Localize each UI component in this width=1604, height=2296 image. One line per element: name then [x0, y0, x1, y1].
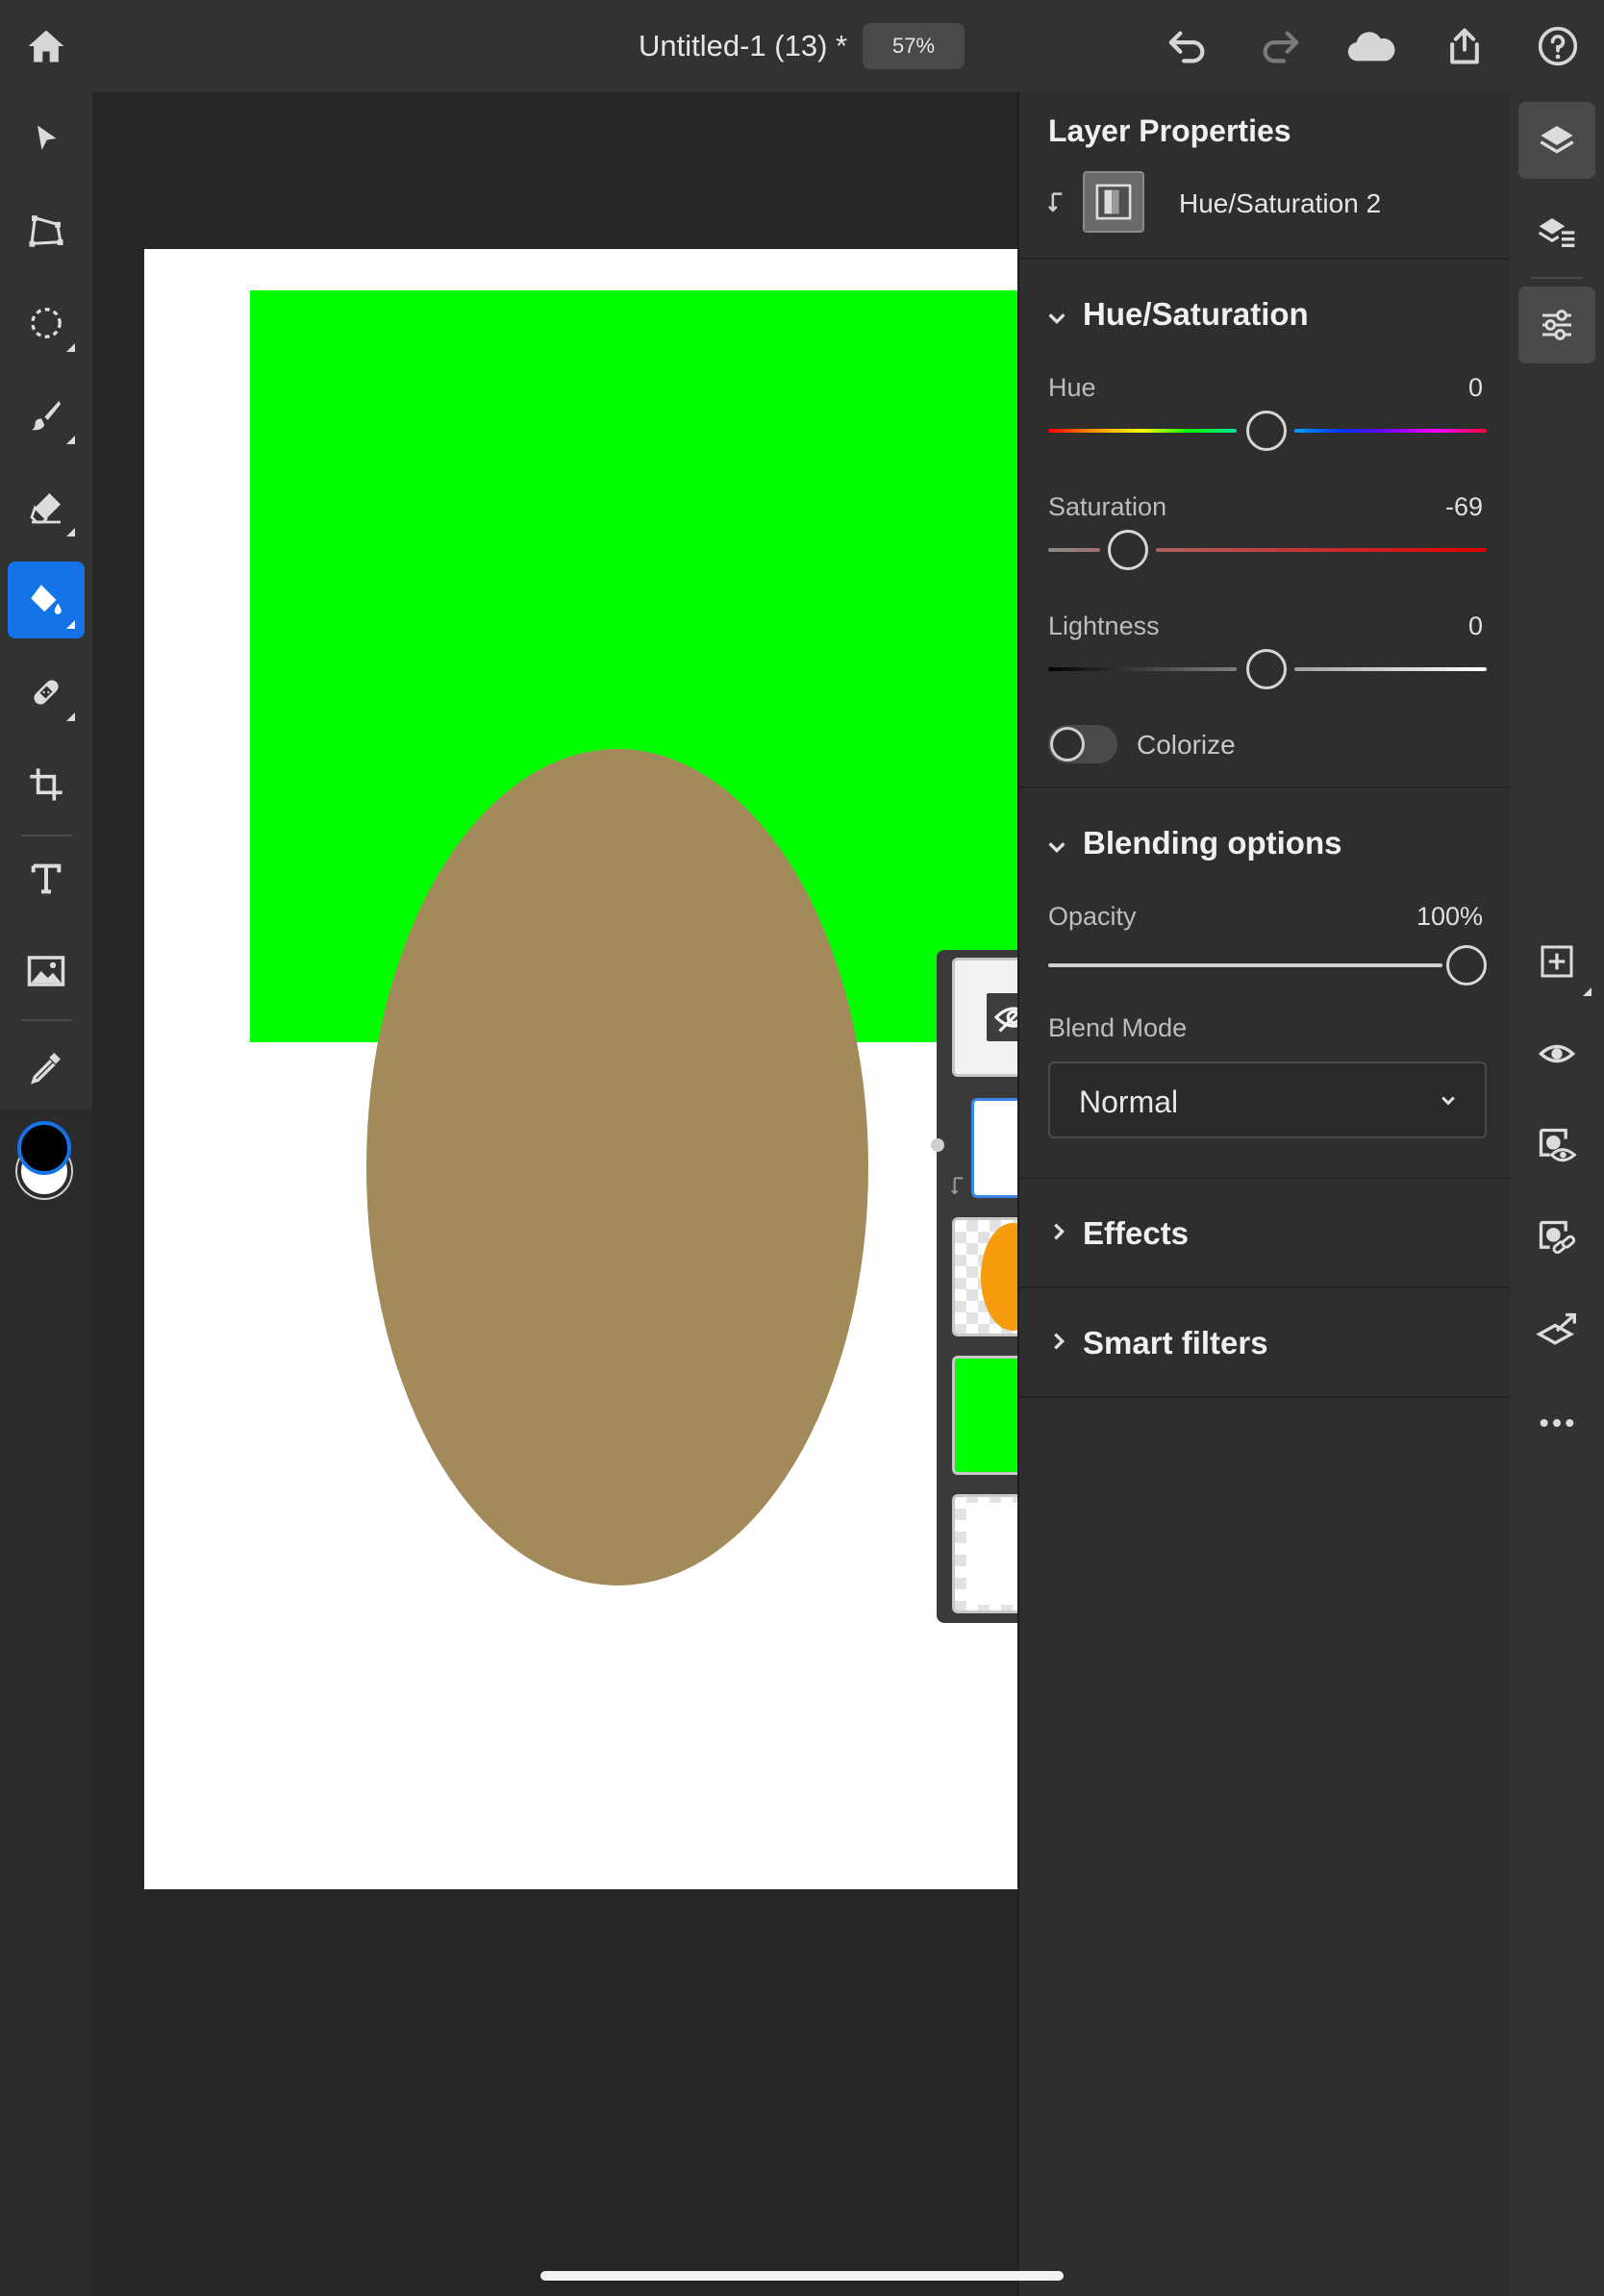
type-tool[interactable] — [8, 840, 85, 917]
zoom-level-button[interactable]: 57% — [863, 23, 965, 69]
brush-tool[interactable] — [8, 377, 85, 454]
add-layer-icon[interactable] — [1518, 923, 1595, 1000]
healing-tool[interactable] — [8, 654, 85, 731]
right-panel-strip — [1510, 92, 1604, 2296]
color-swatches[interactable] — [13, 1121, 81, 1198]
canvas-area[interactable] — [92, 92, 1017, 2296]
layers-mini-strip — [931, 950, 1017, 1623]
clip-arrow-icon — [950, 1177, 967, 1196]
saturation-slider-knob[interactable] — [1108, 530, 1148, 570]
blending-options-section-title[interactable]: Blending options — [1083, 825, 1341, 861]
chevron-down-icon — [1439, 1090, 1458, 1110]
home-indicator[interactable] — [540, 2271, 1064, 2281]
layer-name[interactable]: Hue/Saturation 2 — [1179, 188, 1381, 219]
hue-saturation-collapse-chevron-icon[interactable] — [1046, 308, 1067, 329]
panel-title: Layer Properties — [1048, 113, 1291, 148]
clip-layer-icon[interactable] — [1518, 1292, 1595, 1369]
lightness-slider-knob[interactable] — [1246, 649, 1287, 689]
layers-detail-icon[interactable] — [1518, 194, 1595, 271]
clip-indicator-icon — [1046, 192, 1065, 213]
hue-value[interactable]: 0 — [1468, 373, 1483, 403]
move-tool[interactable] — [8, 100, 85, 177]
top-bar: Untitled-1 (13) * 57% — [0, 0, 1604, 92]
layer-thumb-orange-ellipse[interactable] — [952, 1217, 1017, 1336]
adjustment-layer-thumbnail[interactable] — [1083, 171, 1144, 233]
effects-section-title[interactable]: Effects — [1083, 1215, 1189, 1252]
transform-tool[interactable] — [8, 192, 85, 269]
left-toolbar — [0, 92, 92, 2296]
blend-mode-value: Normal — [1079, 1085, 1179, 1119]
hue-label: Hue — [1048, 373, 1096, 402]
colorize-label: Colorize — [1137, 730, 1236, 760]
redo-icon[interactable] — [1251, 17, 1309, 75]
lightness-label: Lightness — [1048, 611, 1160, 640]
lightness-value[interactable]: 0 — [1468, 611, 1483, 641]
opacity-value[interactable]: 100% — [1416, 902, 1483, 932]
effects-expand-chevron-icon[interactable] — [1048, 1221, 1069, 1242]
selection-tool[interactable] — [8, 285, 85, 362]
layer-thumb-white-fill[interactable] — [971, 1098, 1017, 1198]
layer-thumb-green-rectangle[interactable] — [952, 1356, 1017, 1475]
link-mask-icon[interactable] — [1518, 1200, 1595, 1277]
place-image-tool[interactable] — [8, 933, 85, 1010]
layer-thumb-hue-saturation[interactable] — [952, 958, 1017, 1077]
blend-mode-label: Blend Mode — [1048, 1013, 1188, 1042]
smart-filters-section-title[interactable]: Smart filters — [1083, 1325, 1268, 1361]
left-toolbar-lower — [0, 1110, 92, 2296]
opacity-slider-knob[interactable] — [1446, 945, 1487, 986]
saturation-label: Saturation — [1048, 492, 1167, 521]
layers-panel-icon[interactable] — [1518, 102, 1595, 179]
hidden-layer-icon — [987, 993, 1017, 1041]
eyedropper-tool[interactable] — [8, 1029, 85, 1106]
visibility-icon[interactable] — [1518, 1015, 1595, 1092]
paint-bucket-tool[interactable] — [8, 562, 85, 638]
undo-icon[interactable] — [1159, 17, 1216, 75]
colorize-toggle[interactable] — [1048, 725, 1117, 763]
saturation-value[interactable]: -69 — [1445, 492, 1483, 522]
crop-tool[interactable] — [8, 746, 85, 823]
home-icon[interactable] — [17, 17, 75, 75]
opacity-label: Opacity — [1048, 902, 1137, 931]
orange-ellipse-preview — [981, 1223, 1017, 1331]
smart-filters-expand-chevron-icon[interactable] — [1048, 1331, 1069, 1352]
layer-properties-panel: Layer Properties Hue/Saturation 2 Hue/Sa… — [1017, 92, 1512, 2296]
mask-visibility-icon[interactable] — [1518, 1108, 1595, 1185]
help-icon[interactable] — [1529, 17, 1587, 75]
eraser-tool[interactable] — [8, 469, 85, 546]
zoom-level-label: 57% — [891, 34, 936, 58]
foreground-color-swatch[interactable] — [17, 1121, 71, 1175]
blend-mode-dropdown[interactable]: Normal — [1048, 1061, 1487, 1138]
layer-thumb-background[interactable] — [952, 1494, 1017, 1613]
properties-adjustments-icon[interactable] — [1518, 287, 1595, 363]
blending-options-collapse-chevron-icon[interactable] — [1046, 836, 1067, 858]
hue-slider-knob[interactable] — [1246, 411, 1287, 451]
cloud-icon[interactable] — [1342, 17, 1400, 75]
hue-saturation-section-title[interactable]: Hue/Saturation — [1083, 296, 1309, 333]
tan-ellipse-shape[interactable] — [366, 749, 868, 1585]
share-icon[interactable] — [1436, 17, 1493, 75]
more-options-icon[interactable] — [1518, 1385, 1595, 1461]
document-title[interactable]: Untitled-1 (13) * — [639, 29, 847, 63]
